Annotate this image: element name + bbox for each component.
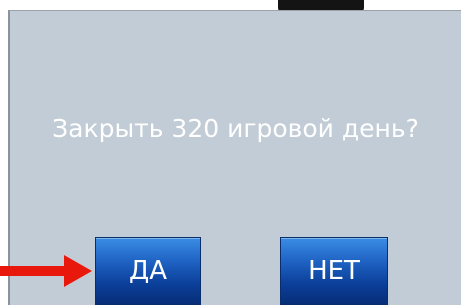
screen: Закрыть 320 игровой день? ДА НЕТ [0,0,461,305]
dialog-message: Закрыть 320 игровой день? [52,114,419,143]
yes-button-label: ДА [128,256,168,286]
yes-button[interactable]: ДА [96,238,200,304]
no-button[interactable]: НЕТ [281,238,387,304]
arrow-right-icon [0,255,92,287]
no-button-label: НЕТ [308,256,360,286]
